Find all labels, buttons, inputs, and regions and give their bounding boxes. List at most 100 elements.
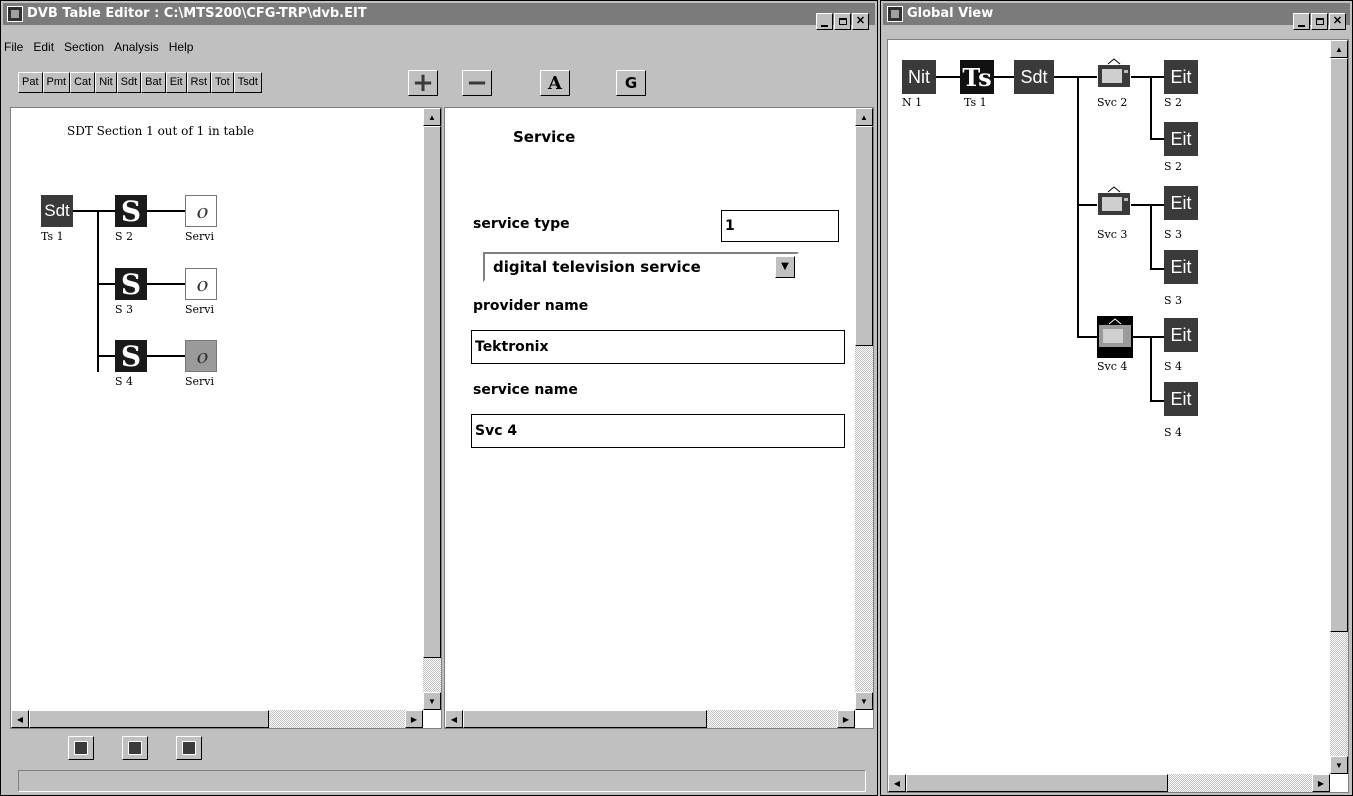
editor-title: DVB Table Editor : C:\MTS200\CFG-TRP\dvb… [27,6,367,21]
service-node-s2[interactable]: S [115,195,147,228]
tree-connector [1150,76,1152,138]
scroll-left-button[interactable]: ◀ [445,710,463,728]
nit-node[interactable]: Nit [902,60,936,94]
section-header: SDT Section 1 out of 1 in table [67,124,255,138]
global-vertical-scrollbar[interactable]: ▲ ▼ [1330,40,1348,774]
scroll-thumb[interactable] [29,710,269,728]
eit-node[interactable]: Eit [1164,250,1198,284]
global-horizontal-scrollbar[interactable]: ◀ ▶ [888,774,1330,792]
service-descriptor-caption: Servi [185,375,215,388]
tree-connector [1131,204,1151,206]
tv-icon[interactable] [1097,186,1130,215]
sdt-node[interactable]: Sdt [41,195,73,227]
close-button[interactable]: ✕ [1329,13,1346,30]
tv-icon[interactable] [1097,58,1130,87]
service-node-s3[interactable]: S [115,268,147,301]
eit-node[interactable]: Eit [1164,318,1198,352]
scroll-right-button[interactable]: ▶ [405,710,423,728]
scroll-left-button[interactable]: ◀ [11,710,29,728]
scroll-thumb[interactable] [1330,58,1348,632]
previous-icon [74,741,88,755]
service-type-select[interactable]: digital television service ▼ [483,252,799,282]
next-icon [182,741,196,755]
scroll-down-button[interactable]: ▼ [1330,756,1348,774]
table-button-bat[interactable]: Bat [141,72,166,93]
provider-name-input[interactable]: Tektronix [471,330,845,364]
detail-vertical-scrollbar[interactable]: ▲ ▼ [855,108,873,710]
tree-connector [147,355,185,357]
tree-horizontal-scrollbar[interactable]: ◀ ▶ [11,710,423,728]
table-button-pmt[interactable]: Pmt [42,72,71,93]
eit-node[interactable]: Eit [1164,122,1198,156]
menu-file[interactable]: File [4,40,23,58]
scroll-thumb[interactable] [423,126,441,658]
table-button-pat[interactable]: Pat [18,72,43,93]
tree-connector [1150,336,1152,400]
chevron-down-icon[interactable]: ▼ [775,256,795,278]
tree-connector [936,76,960,78]
tree-connector [1150,204,1164,206]
ts-node[interactable]: Ts [960,60,994,94]
table-button-eit[interactable]: Eit [165,72,187,93]
scroll-up-button[interactable]: ▲ [1330,40,1348,58]
next-section-button[interactable] [176,736,202,760]
add-button[interactable]: + [408,68,438,98]
scroll-thumb[interactable] [855,126,873,346]
tree-connector [994,76,1014,78]
detail-horizontal-scrollbar[interactable]: ◀ ▶ [445,710,855,728]
minimize-button[interactable] [1293,13,1310,30]
scroll-right-button[interactable]: ▶ [1312,774,1330,792]
remove-button[interactable]: − [462,68,492,98]
editor-titlebar[interactable]: DVB Table Editor : C:\MTS200\CFG-TRP\dvb… [3,3,875,25]
service-descriptor-icon-selected[interactable]: ⲟ [185,340,217,372]
sdt-node[interactable]: Sdt [1014,60,1054,94]
menu-analysis[interactable]: Analysis [114,40,159,58]
global-view-titlebar[interactable]: Global View [883,3,1350,25]
table-button-sdt[interactable]: Sdt [116,72,142,93]
g-button[interactable]: G [616,70,646,96]
close-button[interactable]: ✕ [852,13,869,30]
eit-caption: S 2 [1164,96,1183,109]
menu-edit[interactable]: Edit [33,40,54,58]
service-name-label: service name [473,382,578,398]
eit-node[interactable]: Eit [1164,186,1198,220]
section-tree-pane: SDT Section 1 out of 1 in table Sdt Ts 1… [10,107,442,729]
minimize-button[interactable] [816,13,833,30]
table-button-cat[interactable]: Cat [70,72,96,93]
service-node-s4[interactable]: S [115,340,147,373]
section-info-button[interactable] [122,736,148,760]
scroll-up-button[interactable]: ▲ [855,108,873,126]
service-descriptor-icon[interactable]: ⲟ [185,268,217,300]
maximize-button[interactable] [834,13,851,30]
scroll-thumb[interactable] [906,774,1168,792]
table-button-rst[interactable]: Rst [186,72,212,93]
tv-icon-selected[interactable] [1097,316,1133,358]
previous-section-button[interactable] [68,736,94,760]
tree-connector [1079,204,1097,206]
a-button[interactable]: A [540,70,570,96]
app-icon[interactable] [887,6,903,22]
tree-connector [1150,400,1164,402]
app-icon[interactable] [7,6,23,22]
menu-help[interactable]: Help [169,40,194,58]
service-descriptor-icon[interactable]: ⲟ [185,195,217,227]
scroll-down-button[interactable]: ▼ [423,692,441,710]
service-caption: Svc 3 [1097,228,1128,241]
eit-node[interactable]: Eit [1164,382,1198,416]
scroll-right-button[interactable]: ▶ [837,710,855,728]
menu-section[interactable]: Section [64,40,104,58]
scroll-left-button[interactable]: ◀ [888,774,906,792]
scroll-down-button[interactable]: ▼ [855,692,873,710]
maximize-button[interactable] [1311,13,1328,30]
service-name-input[interactable]: Svc 4 [471,414,845,448]
tree-vertical-scrollbar[interactable]: ▲ ▼ [423,108,441,710]
service-type-input[interactable]: 1 [721,210,839,242]
table-button-tot[interactable]: Tot [211,72,234,93]
table-button-tsdt[interactable]: Tsdt [233,72,262,93]
scroll-thumb[interactable] [463,710,707,728]
table-button-nit[interactable]: Nit [95,72,117,93]
service-caption-s3: S 3 [115,303,134,316]
scroll-up-button[interactable]: ▲ [423,108,441,126]
eit-node[interactable]: Eit [1164,60,1198,94]
tree-connector [1150,336,1164,338]
